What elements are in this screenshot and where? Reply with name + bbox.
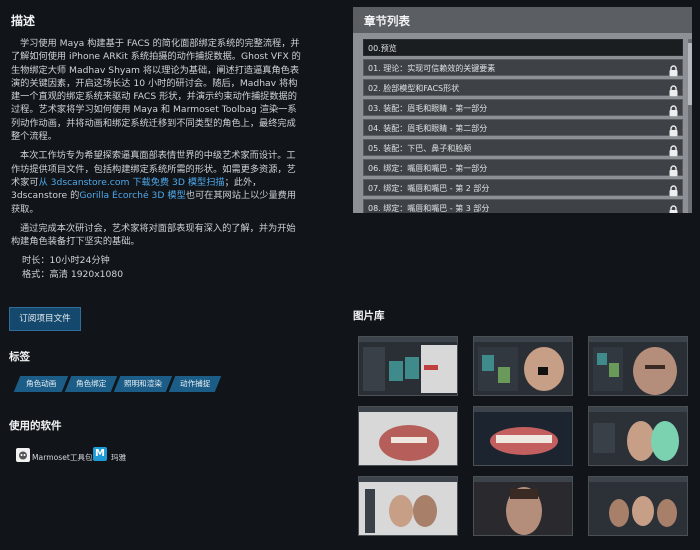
chapter-panel: 章节列表 00.预览 01. 理论：实现可信赖效的关键要素 02. 脸部模型和FAC… <box>353 7 692 213</box>
chapter-item[interactable]: 00.预览 <box>363 39 683 56</box>
gallery-thumb-1[interactable] <box>358 336 458 396</box>
description-paragraph-1: 学习使用 Maya 构建基于 FACS 的简化面部绑定系统的完整流程，并了解如何… <box>11 38 301 143</box>
tag-character-rigging[interactable]: 角色绑定 <box>64 376 118 392</box>
chapter-scroll-thumb[interactable] <box>688 43 692 105</box>
maya-label: 玛雅 <box>111 453 127 462</box>
chapter-item[interactable]: 07. 绑定：嘴唇和嘴巴 - 第 2 部分 <box>363 179 683 197</box>
chapter-header: 章节列表 <box>353 7 692 33</box>
chapter-item-label: 07. 绑定：嘴唇和嘴巴 - 第 2 部分 <box>368 184 490 193</box>
chapter-item[interactable]: 08. 绑定：嘴唇和嘴巴 - 第 3 部分 <box>363 199 683 213</box>
software-title: 使用的软件 <box>9 420 62 432</box>
gallery-thumb-7[interactable] <box>358 476 458 536</box>
lock-icon <box>668 142 679 157</box>
chapter-item-label: 01. 理论：实现可信赖效的关键要素 <box>368 64 496 73</box>
chapter-item[interactable]: 06. 绑定：嘴唇和嘴巴 - 第一部分 <box>363 159 683 177</box>
tag-label: 角色动画 <box>25 379 57 388</box>
chapter-item-label: 03. 装配：眉毛和眼睛 - 第一部分 <box>368 104 488 113</box>
chapter-item-label: 05. 装配：下巴、鼻子和脸颊 <box>368 144 472 153</box>
chapter-title: 章节列表 <box>364 14 410 28</box>
chapter-item-label: 06. 绑定：嘴唇和嘴巴 - 第一部分 <box>368 164 488 173</box>
format-text: 格式：高清 1920x1080 <box>22 268 124 280</box>
lock-icon <box>668 182 679 197</box>
lock-icon <box>668 162 679 177</box>
lock-icon <box>668 82 679 97</box>
chapter-item[interactable]: 02. 脸部模型和FACS形状 <box>363 79 683 97</box>
gallery-thumb-9[interactable] <box>588 476 688 536</box>
tags-title: 标签 <box>9 351 30 363</box>
chapter-scrollbar[interactable] <box>688 39 692 213</box>
maya-icon-glyph: M <box>95 448 105 459</box>
tag-lighting-rendering[interactable]: 照明和渲染 <box>113 376 173 392</box>
chapter-item-label: 08. 绑定：嘴唇和嘴巴 - 第 3 部分 <box>368 204 490 213</box>
marmoset-label: Marmoset工具包 <box>32 453 93 462</box>
lock-icon <box>668 202 679 213</box>
chapter-list: 00.预览 01. 理论：实现可信赖效的关键要素 02. 脸部模型和FACS形状 03… <box>363 39 683 213</box>
maya-icon[interactable]: M <box>93 447 107 461</box>
gorilla-ecorche-link[interactable]: Gorilla Écorché 3D 模型 <box>79 190 185 201</box>
description-paragraph-3: 通过完成本次研讨会，艺术家将对面部表现有深入的了解，并为开始构建角色装备打下坚实… <box>11 222 296 248</box>
gallery-thumb-4[interactable] <box>358 406 458 466</box>
gallery-title: 图片库 <box>353 310 385 322</box>
tag-label: 照明和渲染 <box>124 379 162 388</box>
tag-label: 动作捕捉 <box>179 379 211 388</box>
gallery-thumb-6[interactable] <box>588 406 688 466</box>
chapter-item-label: 04. 装配：眉毛和眼睛 - 第二部分 <box>368 124 488 133</box>
chapter-item-label: 00.预览 <box>368 44 397 53</box>
gallery-thumb-2[interactable] <box>473 336 573 396</box>
gallery-thumb-5[interactable] <box>473 406 573 466</box>
description-title: 描述 <box>11 14 36 28</box>
tag-motion-capture[interactable]: 动作捕捉 <box>168 376 222 392</box>
lock-icon <box>668 122 679 137</box>
duration-text: 时长：10小时24分钟 <box>22 255 110 267</box>
chapter-item[interactable]: 05. 装配：下巴、鼻子和脸颊 <box>363 139 683 157</box>
chapter-item[interactable]: 04. 装配：眉毛和眼睛 - 第二部分 <box>363 119 683 137</box>
description-paragraph-2: 本次工作坊专为希望探索逼真面部表情世界的中级艺术家而设计。工作坊提供项目文件，包… <box>11 149 304 215</box>
gallery-thumb-3[interactable] <box>588 336 688 396</box>
tag-character-animation[interactable]: 角色动画 <box>13 376 69 392</box>
chapter-item[interactable]: 01. 理论：实现可信赖效的关键要素 <box>363 59 683 77</box>
lock-icon <box>668 62 679 77</box>
gallery-thumb-8[interactable] <box>473 476 573 536</box>
tag-label: 角色绑定 <box>75 379 107 388</box>
marmoset-icon[interactable] <box>16 448 30 462</box>
scanstore-download-link[interactable]: 从 3dscanstore.com 下载免费 3D 模型扫描 <box>39 177 225 188</box>
description-body: 学习使用 Maya 构建基于 FACS 的简化面部绑定系统的完整流程，并了解如何… <box>11 37 304 281</box>
lock-icon <box>668 102 679 117</box>
chapter-item[interactable]: 03. 装配：眉毛和眼睛 - 第一部分 <box>363 99 683 117</box>
chapter-item-label: 02. 脸部模型和FACS形状 <box>368 84 460 93</box>
subscribe-project-files-button[interactable]: 订阅项目文件 <box>9 307 81 331</box>
